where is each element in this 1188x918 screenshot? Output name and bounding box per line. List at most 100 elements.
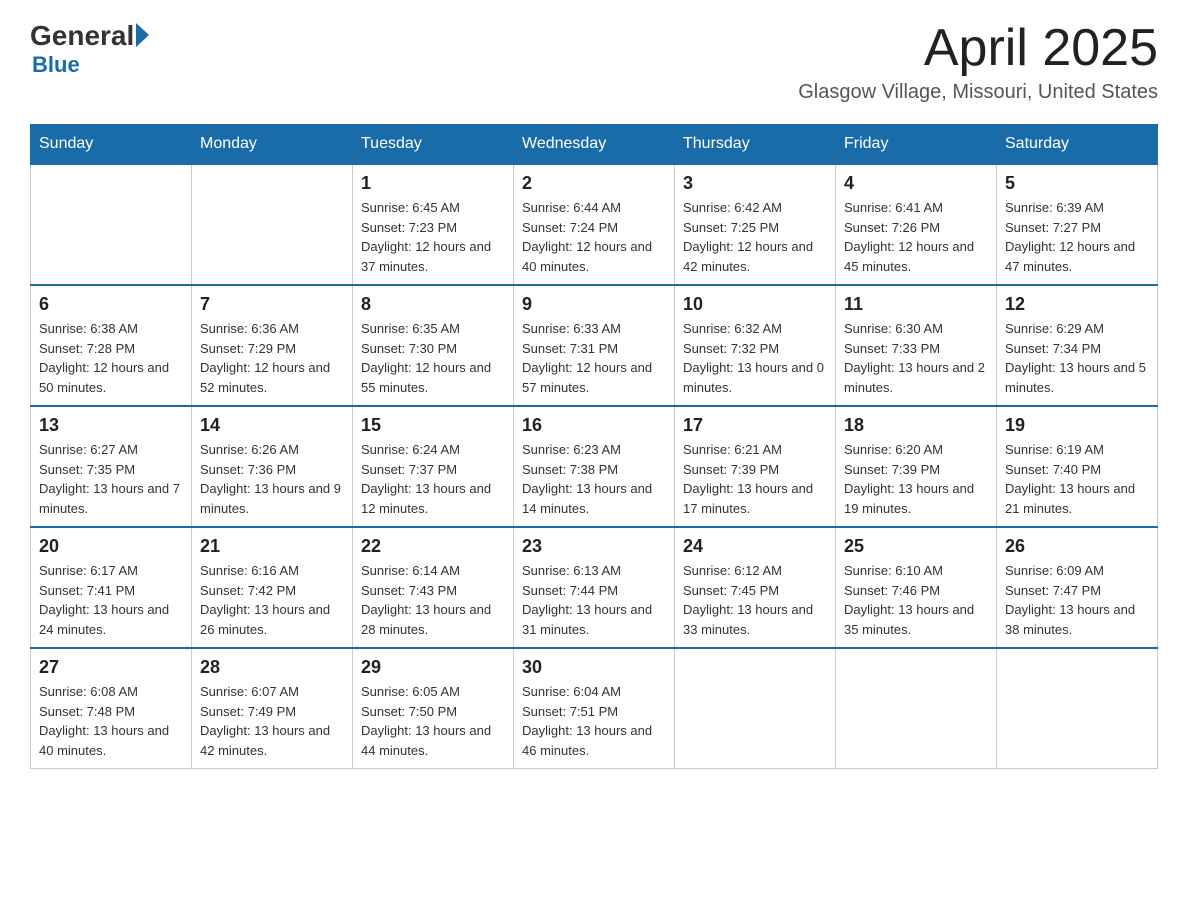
- day-number: 17: [683, 415, 827, 436]
- day-number: 7: [200, 294, 344, 315]
- calendar-cell: 6 Sunrise: 6:38 AMSunset: 7:28 PMDaylight…: [31, 285, 192, 406]
- calendar-cell: 30Sunrise: 6:04 AMSunset: 7:51 PMDayligh…: [514, 648, 675, 769]
- week-row-3: 13 Sunrise: 6:27 AMSunset: 7:35 PMDayligh…: [31, 406, 1158, 527]
- day-number: 23: [522, 536, 666, 557]
- calendar-cell: [997, 648, 1158, 769]
- day-info: Sunrise: 6:19 AMSunset: 7:40 PMDaylight:…: [1005, 440, 1149, 518]
- calendar-cell: 8 Sunrise: 6:35 AMSunset: 7:30 PMDaylight…: [353, 285, 514, 406]
- day-number: 9: [522, 294, 666, 315]
- day-info: Sunrise: 6:14 AMSunset: 7:43 PMDaylight:…: [361, 561, 505, 639]
- title-block: April 2025 Glasgow Village, Missouri, Un…: [798, 20, 1158, 104]
- day-number: 4: [844, 173, 988, 194]
- page-header: General Blue April 2025 Glasgow Village,…: [30, 20, 1158, 104]
- calendar-cell: 19 Sunrise: 6:19 AMSunset: 7:40 PMDayligh…: [997, 406, 1158, 527]
- day-number: 28: [200, 657, 344, 678]
- calendar-cell: [836, 648, 997, 769]
- day-info: Sunrise: 6:05 AMSunset: 7:50 PMDaylight:…: [361, 682, 505, 760]
- day-info: Sunrise: 6:04 AMSunset: 7:51 PMDaylight:…: [522, 682, 666, 760]
- calendar-cell: 12 Sunrise: 6:29 AMSunset: 7:34 PMDayligh…: [997, 285, 1158, 406]
- day-number: 29: [361, 657, 505, 678]
- calendar-cell: 4 Sunrise: 6:41 AMSunset: 7:26 PMDaylight…: [836, 164, 997, 285]
- day-number: 19: [1005, 415, 1149, 436]
- day-number: 27: [39, 657, 183, 678]
- month-title: April 2025: [798, 20, 1158, 77]
- calendar-cell: 7 Sunrise: 6:36 AMSunset: 7:29 PMDaylight…: [192, 285, 353, 406]
- calendar-cell: 10Sunrise: 6:32 AMSunset: 7:32 PMDayligh…: [675, 285, 836, 406]
- day-info: Sunrise: 6:09 AMSunset: 7:47 PMDaylight:…: [1005, 561, 1149, 639]
- day-header-friday: Friday: [836, 125, 997, 165]
- calendar-cell: 22Sunrise: 6:14 AMSunset: 7:43 PMDayligh…: [353, 527, 514, 648]
- day-info: Sunrise: 6:21 AMSunset: 7:39 PMDaylight:…: [683, 440, 827, 518]
- week-row-4: 20Sunrise: 6:17 AMSunset: 7:41 PMDayligh…: [31, 527, 1158, 648]
- day-number: 15: [361, 415, 505, 436]
- day-number: 2: [522, 173, 666, 194]
- day-header-wednesday: Wednesday: [514, 125, 675, 165]
- week-row-2: 6 Sunrise: 6:38 AMSunset: 7:28 PMDaylight…: [31, 285, 1158, 406]
- calendar-cell: 21 Sunrise: 6:16 AMSunset: 7:42 PMDayligh…: [192, 527, 353, 648]
- day-info: Sunrise: 6:12 AMSunset: 7:45 PMDaylight:…: [683, 561, 827, 639]
- day-info: Sunrise: 6:36 AMSunset: 7:29 PMDaylight:…: [200, 319, 344, 397]
- day-number: 13: [39, 415, 183, 436]
- day-info: Sunrise: 6:10 AMSunset: 7:46 PMDaylight:…: [844, 561, 988, 639]
- calendar-cell: [31, 164, 192, 285]
- day-number: 21: [200, 536, 344, 557]
- day-info: Sunrise: 6:27 AMSunset: 7:35 PMDaylight:…: [39, 440, 183, 518]
- day-number: 12: [1005, 294, 1149, 315]
- calendar-cell: 3 Sunrise: 6:42 AMSunset: 7:25 PMDaylight…: [675, 164, 836, 285]
- day-info: Sunrise: 6:08 AMSunset: 7:48 PMDaylight:…: [39, 682, 183, 760]
- day-info: Sunrise: 6:07 AMSunset: 7:49 PMDaylight:…: [200, 682, 344, 760]
- day-info: Sunrise: 6:17 AMSunset: 7:41 PMDaylight:…: [39, 561, 183, 639]
- calendar-cell: 17 Sunrise: 6:21 AMSunset: 7:39 PMDayligh…: [675, 406, 836, 527]
- calendar-cell: 2Sunrise: 6:44 AMSunset: 7:24 PMDaylight…: [514, 164, 675, 285]
- day-number: 8: [361, 294, 505, 315]
- calendar-cell: 25 Sunrise: 6:10 AMSunset: 7:46 PMDayligh…: [836, 527, 997, 648]
- day-number: 10: [683, 294, 827, 315]
- day-header-sunday: Sunday: [31, 125, 192, 165]
- day-info: Sunrise: 6:39 AMSunset: 7:27 PMDaylight:…: [1005, 198, 1149, 276]
- logo: General Blue: [30, 20, 151, 78]
- calendar-cell: 13 Sunrise: 6:27 AMSunset: 7:35 PMDayligh…: [31, 406, 192, 527]
- calendar-cell: 9 Sunrise: 6:33 AMSunset: 7:31 PMDaylight…: [514, 285, 675, 406]
- calendar-cell: 23 Sunrise: 6:13 AMSunset: 7:44 PMDayligh…: [514, 527, 675, 648]
- calendar-cell: 16Sunrise: 6:23 AMSunset: 7:38 PMDayligh…: [514, 406, 675, 527]
- calendar-cell: 18Sunrise: 6:20 AMSunset: 7:39 PMDayligh…: [836, 406, 997, 527]
- calendar-header-row: SundayMondayTuesdayWednesdayThursdayFrid…: [31, 125, 1158, 165]
- calendar-cell: 28 Sunrise: 6:07 AMSunset: 7:49 PMDayligh…: [192, 648, 353, 769]
- day-header-tuesday: Tuesday: [353, 125, 514, 165]
- day-number: 6: [39, 294, 183, 315]
- calendar-cell: 20Sunrise: 6:17 AMSunset: 7:41 PMDayligh…: [31, 527, 192, 648]
- day-info: Sunrise: 6:33 AMSunset: 7:31 PMDaylight:…: [522, 319, 666, 397]
- day-info: Sunrise: 6:13 AMSunset: 7:44 PMDaylight:…: [522, 561, 666, 639]
- day-info: Sunrise: 6:41 AMSunset: 7:26 PMDaylight:…: [844, 198, 988, 276]
- day-info: Sunrise: 6:16 AMSunset: 7:42 PMDaylight:…: [200, 561, 344, 639]
- day-header-monday: Monday: [192, 125, 353, 165]
- day-info: Sunrise: 6:26 AMSunset: 7:36 PMDaylight:…: [200, 440, 344, 518]
- day-info: Sunrise: 6:29 AMSunset: 7:34 PMDaylight:…: [1005, 319, 1149, 397]
- location-title: Glasgow Village, Missouri, United States: [798, 81, 1158, 104]
- day-info: Sunrise: 6:23 AMSunset: 7:38 PMDaylight:…: [522, 440, 666, 518]
- calendar-cell: 26 Sunrise: 6:09 AMSunset: 7:47 PMDayligh…: [997, 527, 1158, 648]
- day-number: 26: [1005, 536, 1149, 557]
- calendar-cell: 11 Sunrise: 6:30 AMSunset: 7:33 PMDayligh…: [836, 285, 997, 406]
- day-info: Sunrise: 6:42 AMSunset: 7:25 PMDaylight:…: [683, 198, 827, 276]
- day-number: 5: [1005, 173, 1149, 194]
- day-info: Sunrise: 6:35 AMSunset: 7:30 PMDaylight:…: [361, 319, 505, 397]
- calendar-cell: 14 Sunrise: 6:26 AMSunset: 7:36 PMDayligh…: [192, 406, 353, 527]
- day-number: 1: [361, 173, 505, 194]
- day-info: Sunrise: 6:30 AMSunset: 7:33 PMDaylight:…: [844, 319, 988, 397]
- calendar-cell: 1 Sunrise: 6:45 AMSunset: 7:23 PMDaylight…: [353, 164, 514, 285]
- week-row-5: 27 Sunrise: 6:08 AMSunset: 7:48 PMDayligh…: [31, 648, 1158, 769]
- day-number: 14: [200, 415, 344, 436]
- day-number: 3: [683, 173, 827, 194]
- day-info: Sunrise: 6:38 AMSunset: 7:28 PMDaylight:…: [39, 319, 183, 397]
- day-info: Sunrise: 6:24 AMSunset: 7:37 PMDaylight:…: [361, 440, 505, 518]
- calendar-cell: 27 Sunrise: 6:08 AMSunset: 7:48 PMDayligh…: [31, 648, 192, 769]
- calendar-cell: [192, 164, 353, 285]
- week-row-1: 1 Sunrise: 6:45 AMSunset: 7:23 PMDaylight…: [31, 164, 1158, 285]
- day-info: Sunrise: 6:45 AMSunset: 7:23 PMDaylight:…: [361, 198, 505, 276]
- calendar-cell: 15 Sunrise: 6:24 AMSunset: 7:37 PMDayligh…: [353, 406, 514, 527]
- day-number: 25: [844, 536, 988, 557]
- day-number: 18: [844, 415, 988, 436]
- day-number: 11: [844, 294, 988, 315]
- calendar-cell: 29 Sunrise: 6:05 AMSunset: 7:50 PMDayligh…: [353, 648, 514, 769]
